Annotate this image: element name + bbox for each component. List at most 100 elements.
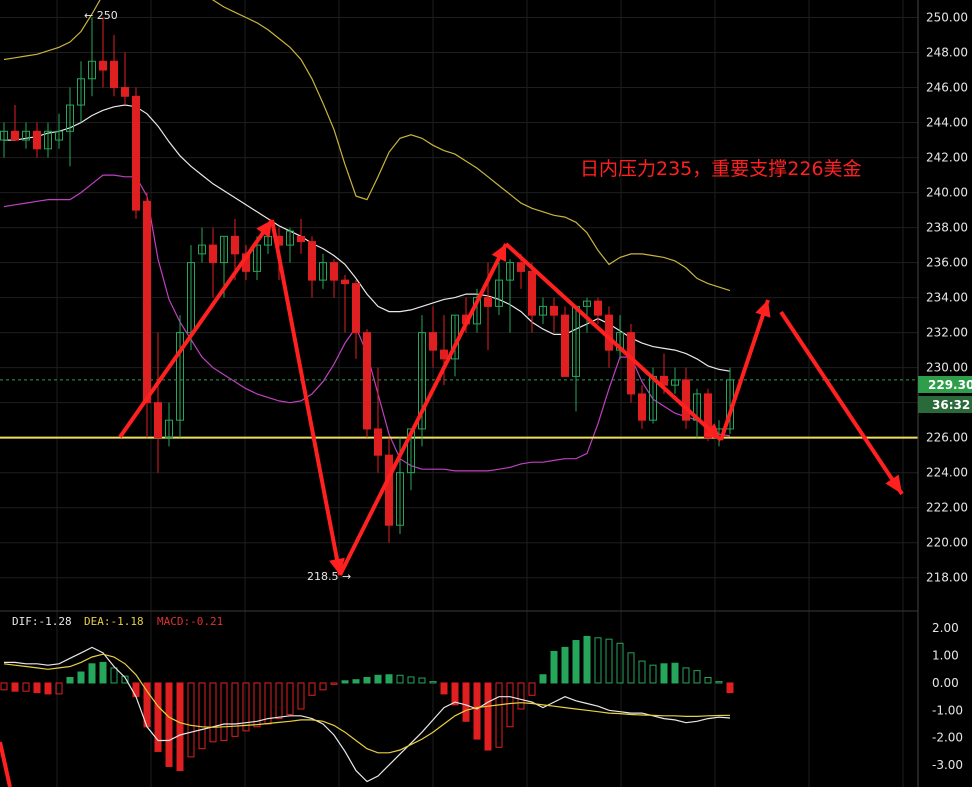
macd-bar <box>341 680 349 684</box>
candle-body <box>121 87 129 97</box>
min-marker: 218.5 → <box>307 570 351 583</box>
dea-label: DEA:-1.18 <box>84 615 144 628</box>
price-tick-label: 242.00 <box>926 151 968 165</box>
macd-bar <box>88 663 96 684</box>
price-tick-label: 226.00 <box>926 431 968 445</box>
macd-bar <box>539 674 547 684</box>
macd-bar <box>616 642 624 684</box>
macd-bar <box>33 682 41 694</box>
macd-tick-label: -3.00 <box>932 758 963 772</box>
candle-body <box>385 454 393 526</box>
macd-bar <box>275 682 283 720</box>
price-tick-label: 222.00 <box>926 501 968 515</box>
macd-tick-label: 2.00 <box>932 621 959 635</box>
price-tick-label: 246.00 <box>926 81 968 95</box>
price-tick-label: 232.00 <box>926 326 968 340</box>
macd-bar <box>649 664 657 684</box>
macd-bar <box>77 671 85 684</box>
macd-bar <box>682 667 690 684</box>
macd-bar <box>594 637 602 684</box>
candle-body <box>132 95 140 211</box>
price-tick-label: 244.00 <box>926 116 968 130</box>
macd-bar <box>638 660 646 684</box>
candle-body <box>143 200 151 404</box>
candle-body <box>99 60 107 71</box>
arrow-head <box>256 220 272 238</box>
macd-bar <box>132 682 140 698</box>
macd-bar <box>726 682 734 694</box>
arrow-head <box>885 474 902 494</box>
annotation-text: 日内压力235，重要支撑226美金 <box>580 158 862 180</box>
candle-body <box>682 379 690 421</box>
macd-bar <box>209 682 217 743</box>
price-axis[interactable]: 250.00 248.00 246.00 244.00 242.00 240.00 238.… <box>917 0 972 787</box>
macd-bar <box>165 682 173 767</box>
macd-bar <box>583 635 591 684</box>
candle-body <box>484 297 492 307</box>
candle-body <box>363 332 371 430</box>
macd-bar <box>363 676 371 684</box>
candle-body <box>308 241 316 281</box>
macd-bar <box>671 662 679 684</box>
macd-bar <box>286 682 294 715</box>
macd-bar <box>66 676 74 684</box>
macd-bar <box>550 650 558 684</box>
candle-body <box>11 130 19 141</box>
candle-body <box>33 130 41 150</box>
macd-bar <box>22 682 30 692</box>
macd-tick-label: -2.00 <box>932 731 963 745</box>
trend-arrows <box>0 218 904 787</box>
macd-tick-label: 0.00 <box>932 676 959 690</box>
max-marker: ← 250 <box>84 9 118 22</box>
macd-bar <box>176 682 184 772</box>
price-tick-label: 250.00 <box>926 11 968 25</box>
candle-body <box>330 262 338 281</box>
price-tick-label: 236.00 <box>926 256 968 270</box>
macd-bar <box>99 661 107 684</box>
macd-bar <box>242 682 250 732</box>
macd-bar <box>693 670 701 684</box>
candle-body <box>341 279 349 285</box>
candle-body <box>605 314 613 351</box>
macd-bar <box>473 682 481 740</box>
price-tick-label: 248.00 <box>926 46 968 60</box>
macd-bar <box>385 674 393 684</box>
macd-bar <box>231 682 239 737</box>
macd-bar <box>0 682 8 691</box>
price-tick-label: 220.00 <box>926 536 968 550</box>
macd-bar <box>330 682 338 685</box>
macd-bar <box>396 674 404 684</box>
candle-body <box>561 314 569 377</box>
price-tick-label: 224.00 <box>926 466 968 480</box>
macd-bar <box>308 682 316 696</box>
candle-body <box>374 428 382 456</box>
macd-bar <box>627 652 635 684</box>
macd-bar <box>319 682 327 691</box>
macd-bar <box>374 674 382 684</box>
price-tick-label: 218.00 <box>926 571 968 585</box>
macd-tick-label: 1.00 <box>932 649 959 663</box>
candle-body <box>297 235 305 243</box>
macd-bar <box>198 682 206 750</box>
stray-arrow-fragment <box>0 741 12 787</box>
candle-body <box>231 235 239 255</box>
candle-body <box>352 283 360 334</box>
macd-bar <box>11 682 19 692</box>
candle-body <box>550 305 558 316</box>
macd-bar <box>154 682 162 752</box>
price-chart[interactable]: 日内压力235，重要支撑226美金 ← 250 218.5 → 250.00 24… <box>0 0 972 787</box>
price-tick-label: 238.00 <box>926 221 968 235</box>
macd-bar <box>528 682 536 696</box>
countdown-label: 36:32 <box>932 398 970 412</box>
macd-bar <box>660 663 668 684</box>
candle-body <box>429 332 437 351</box>
macd-bar <box>484 682 492 751</box>
arrow-head <box>755 300 771 318</box>
macd-tick-label: -1.00 <box>932 703 963 717</box>
price-tick-label: 230.00 <box>926 361 968 375</box>
macd-bar <box>561 646 569 684</box>
macd-bar <box>506 682 514 728</box>
candles <box>0 17 734 543</box>
candle-body <box>154 402 162 439</box>
macd-bar <box>44 682 52 695</box>
